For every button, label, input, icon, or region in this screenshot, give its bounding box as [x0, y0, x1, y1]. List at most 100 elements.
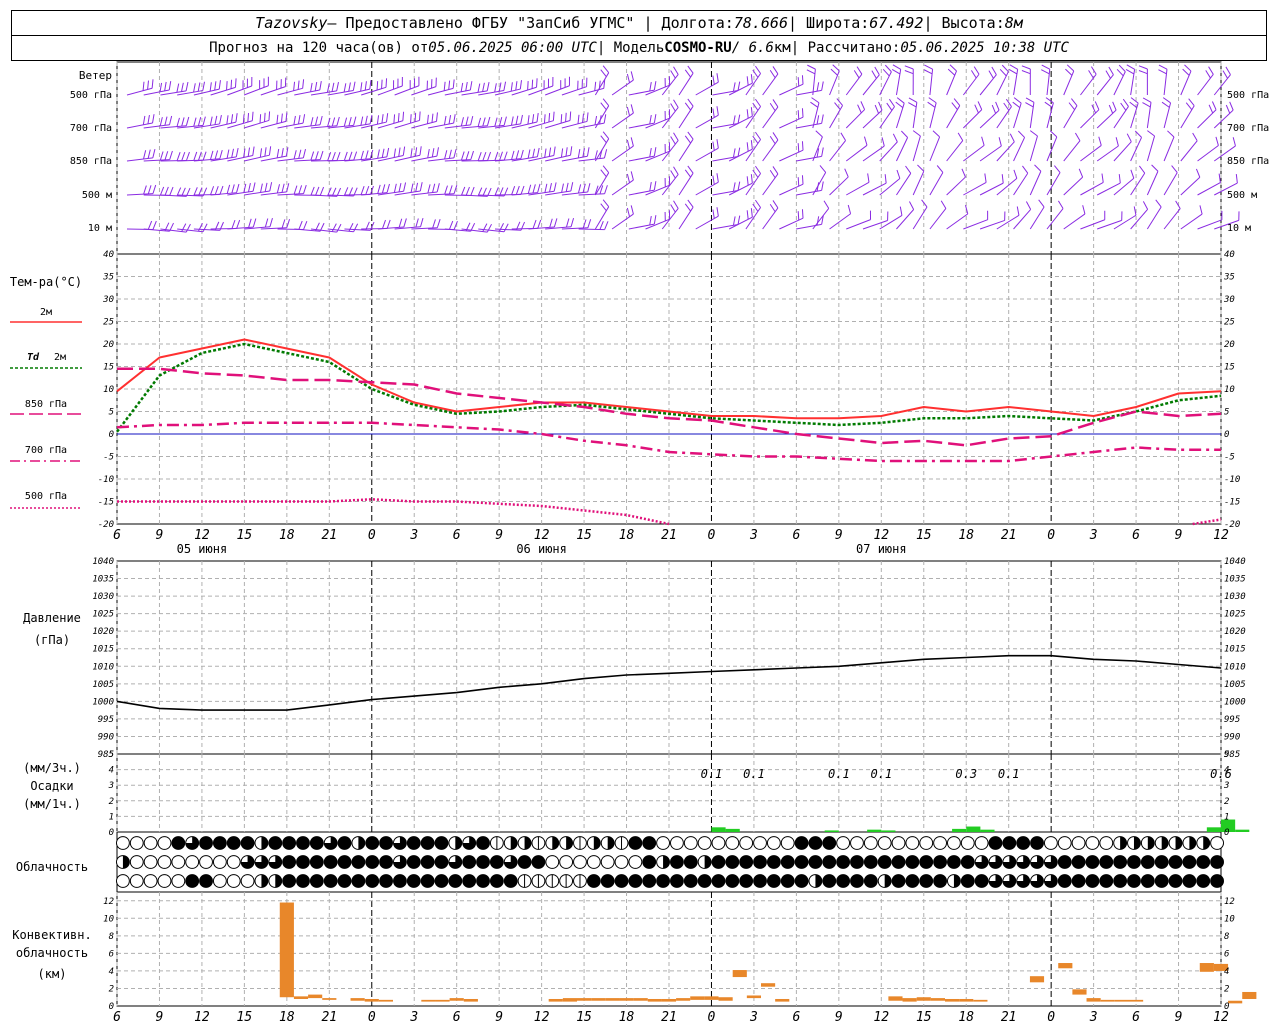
wind-barb-shaft: [896, 137, 909, 162]
cloud-half: [455, 836, 462, 850]
ytick-left-precip: 4: [109, 766, 114, 776]
wind-barb-flag: [586, 147, 590, 157]
ytick-left-press: 1010: [92, 662, 114, 672]
cloud-cover-symbol: [240, 855, 255, 869]
wind-barb-flag: [1001, 64, 1009, 73]
xtick-temp: 0: [368, 528, 376, 543]
wind-barb: [879, 206, 903, 230]
wind-barb: [394, 182, 423, 196]
wind-barb-flag: [565, 112, 567, 122]
wind-barb-flag: [687, 131, 694, 140]
wind-barb: [611, 104, 634, 129]
wind-barb-flag: [226, 115, 229, 125]
wind-barb-flag: [527, 81, 529, 91]
cloud-circle: [739, 836, 754, 850]
cloud-half: [358, 836, 365, 850]
convective-bar: [888, 996, 903, 1001]
cloud-cover-symbol: [670, 855, 684, 869]
cloud-circle: [1085, 855, 1100, 869]
cloud-circle: [1043, 836, 1058, 850]
convective-bar: [605, 998, 620, 1001]
wind-barb-flag: [549, 183, 552, 193]
ytick-right-press: 1025: [1224, 610, 1246, 620]
wind-barb-flag: [1105, 70, 1111, 79]
wind-barb-flag: [1167, 130, 1175, 138]
wind-barb-flag: [653, 114, 657, 124]
wind-barb: [845, 136, 868, 162]
wind-barb-shaft: [695, 181, 719, 196]
cloud-cover-symbol: [517, 836, 532, 850]
wind-barb-shaft: [1096, 145, 1119, 162]
ytick-right-conv: 4: [1224, 967, 1229, 977]
wind-barb-flag: [750, 208, 753, 218]
wind-barb: [779, 75, 804, 96]
wind-barb-flag: [1045, 97, 1054, 104]
wind-barb-flag: [152, 148, 156, 158]
cloud-half: [275, 874, 282, 888]
wind-barb-flag: [269, 217, 273, 227]
wind-barb-flag: [398, 147, 401, 157]
cloud-cover-symbol: [393, 874, 407, 888]
cloud-cover-symbol: [1043, 874, 1058, 888]
wind-barb-flag: [561, 183, 564, 193]
cloud-circle: [1085, 874, 1100, 888]
wind-barb-flag: [460, 151, 465, 161]
wind-barb-flag: [236, 219, 241, 229]
wind-barb-flag: [544, 148, 547, 158]
wind-barb: [779, 175, 804, 196]
wind-barb-flag: [452, 79, 455, 89]
wind-barb: [996, 64, 1009, 96]
wind-level-2-right: 850 гПа: [1227, 156, 1269, 167]
wind-barb: [126, 148, 156, 162]
wind-barb: [377, 146, 406, 162]
cloud-cover-symbol: [1127, 855, 1141, 869]
wind-barb: [1197, 210, 1223, 230]
cloud-cover-symbol: [891, 855, 906, 869]
wind-barb-flag: [1151, 164, 1159, 172]
cloud-cover-symbol: [185, 855, 200, 869]
wind-barb-flag: [553, 146, 556, 156]
ytick-left-temp: 20: [103, 340, 114, 350]
cloud-cover-symbol: [600, 855, 615, 869]
cloud-cover-symbol: [863, 874, 878, 888]
wind-barb-flag: [737, 81, 741, 91]
wind-barb: [678, 165, 694, 196]
wind-barb: [895, 97, 905, 129]
wind-barb-shaft: [895, 103, 905, 129]
wind-barb-flag: [197, 82, 201, 92]
cloud-cover-symbol: [1154, 874, 1169, 888]
wind-barb-shaft: [862, 220, 888, 230]
wind-barb: [762, 166, 779, 196]
cloud-circle: [739, 855, 754, 869]
wind-barb-shaft: [1130, 102, 1139, 129]
wind-barb-flag: [834, 102, 841, 110]
wind-barb-flag: [303, 220, 308, 230]
cloud-cover-symbol: [282, 855, 297, 869]
wind-barb-flag: [193, 151, 198, 161]
cloud-circle: [766, 855, 781, 869]
wind-barb-flag: [176, 83, 180, 93]
cloud-circle: [1182, 855, 1197, 869]
ytick-right-press: 990: [1224, 732, 1240, 742]
wind-barb-flag: [1094, 101, 1100, 110]
wind-barb-flag: [537, 183, 541, 193]
wind-barb-flag: [626, 139, 631, 149]
wind-barb-flag: [152, 114, 155, 124]
legend-t850: 850 гПа: [25, 399, 67, 410]
wind-barb: [528, 218, 558, 230]
precip-bar: [711, 827, 726, 832]
ytick-left-press: 1020: [92, 627, 114, 637]
wind-barb-flag: [860, 101, 866, 110]
precip-annotation: 0.1: [828, 767, 850, 781]
xtick-conv: 21: [661, 1010, 677, 1024]
xtick-temp: 3: [749, 528, 758, 543]
wind-level-0-right: 500 гПа: [1227, 90, 1269, 101]
cloud-circle: [143, 874, 158, 888]
wind-barb-flag: [821, 181, 824, 191]
wind-barb-flag: [515, 115, 519, 125]
cloud-cover-symbol: [379, 874, 394, 888]
wind-barb: [891, 64, 902, 96]
wind-barb-flag: [1082, 205, 1086, 215]
wind-barb-flag: [716, 73, 719, 83]
convective-bar: [548, 998, 563, 1002]
